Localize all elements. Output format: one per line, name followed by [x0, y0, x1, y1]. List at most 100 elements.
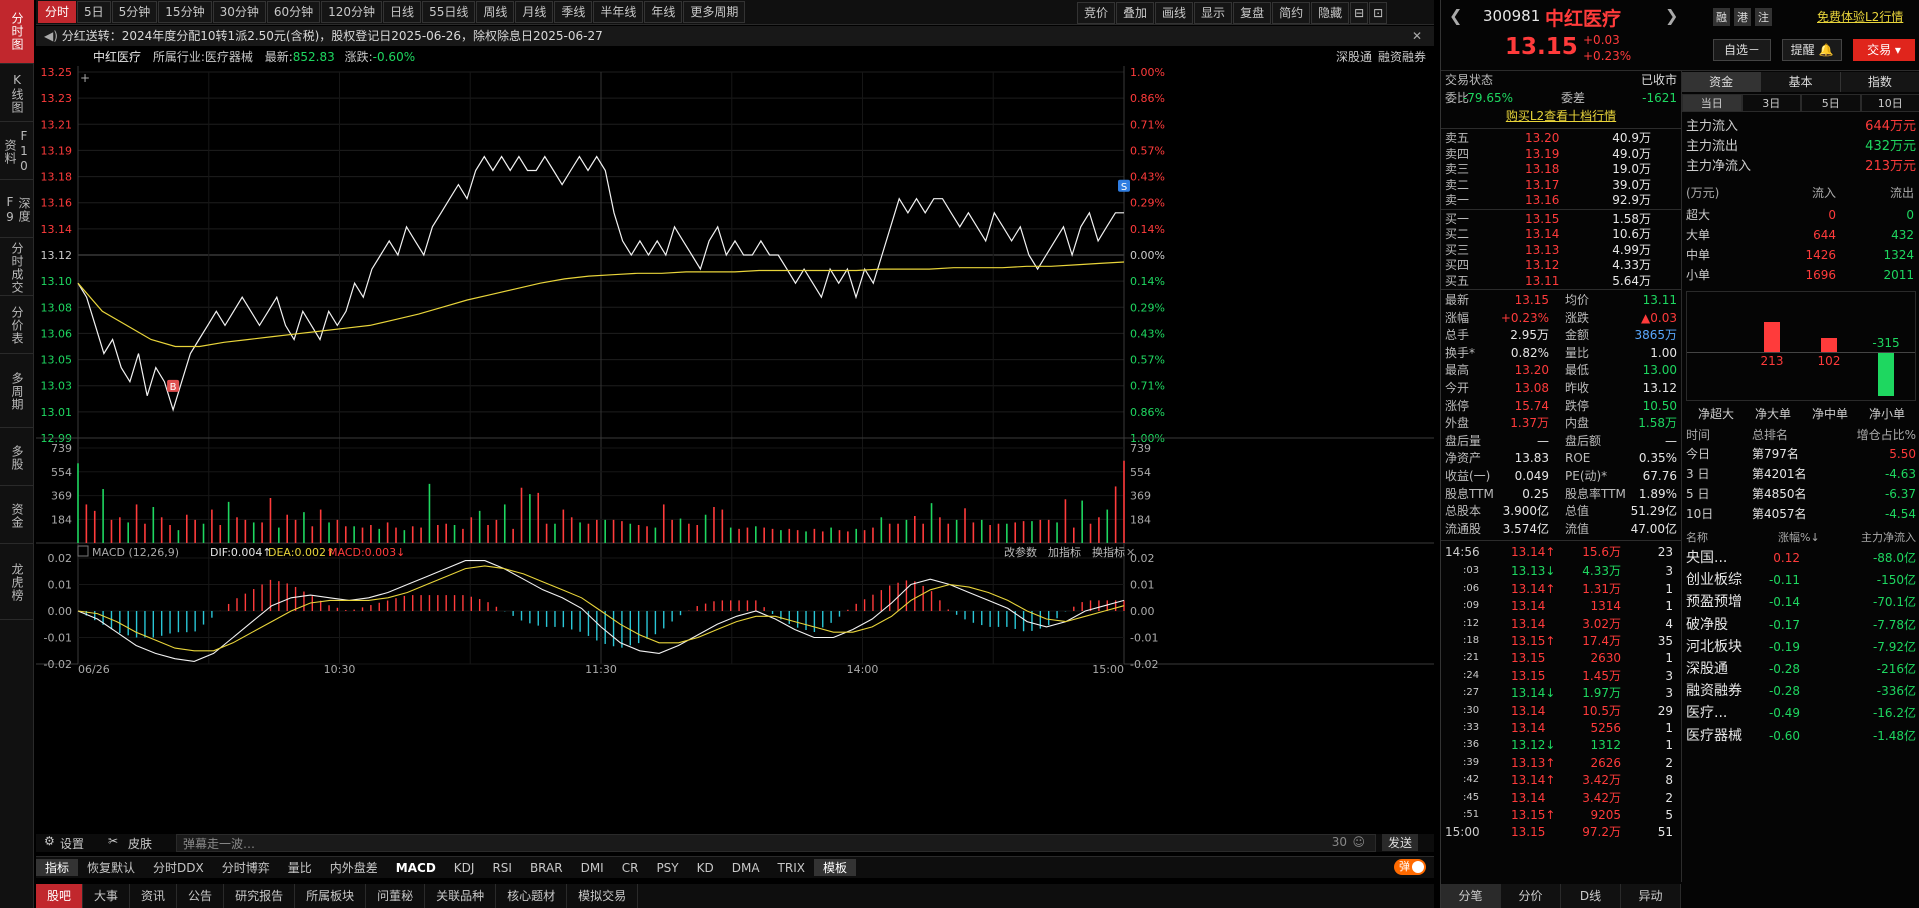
- left-nav-item-9[interactable]: 龙虎榜: [0, 546, 34, 620]
- sector-row[interactable]: 医疗... -0.49 -16.2亿: [1682, 705, 1919, 725]
- fund-period-3[interactable]: 10日: [1860, 94, 1919, 112]
- panel-icon[interactable]: ⊟: [1350, 1, 1369, 24]
- gear-icon[interactable]: ⚙: [44, 834, 55, 848]
- danmu-input[interactable]: 弹幕走一波… 30 ☺: [176, 834, 1376, 852]
- bottom-tab-5[interactable]: 所属板块: [295, 884, 367, 908]
- chart-tool-1[interactable]: 叠加: [1116, 1, 1155, 24]
- bottom-tab-9[interactable]: 模拟交易: [567, 884, 639, 908]
- industry-value[interactable]: 医疗器械: [205, 50, 253, 64]
- tick-tab-3[interactable]: 异动: [1621, 884, 1681, 908]
- emoji-icon[interactable]: ☺: [1352, 835, 1365, 849]
- link-hk-connect[interactable]: 深股通: [1336, 47, 1372, 67]
- fullscreen-icon[interactable]: ⊡: [1369, 1, 1388, 24]
- sector-head-cell[interactable]: 涨幅%↓: [1778, 530, 1820, 546]
- period-tab-10[interactable]: 月线: [515, 1, 554, 23]
- macd-link-2[interactable]: 换指标: [1092, 545, 1125, 559]
- tick-tab-0[interactable]: 分笔: [1441, 884, 1501, 908]
- ask-level[interactable]: 卖四 13.19 49.0万: [1441, 146, 1681, 162]
- bottom-tab-8[interactable]: 核心题材: [496, 884, 568, 908]
- bid-level[interactable]: 买五 13.11 5.64万: [1441, 273, 1681, 289]
- indicator-11[interactable]: CR: [613, 861, 648, 875]
- period-tab-14[interactable]: 更多周期: [683, 1, 746, 23]
- skin-button[interactable]: 皮肤: [128, 835, 152, 852]
- left-nav-item-7[interactable]: 多股: [0, 430, 34, 486]
- indicator-2[interactable]: 分时DDX: [144, 859, 213, 876]
- left-nav-item-8[interactable]: 资金: [0, 488, 34, 544]
- chart-tool-0[interactable]: 竞价: [1077, 1, 1116, 24]
- period-tab-7[interactable]: 日线: [383, 1, 422, 23]
- left-nav-item-0[interactable]: 分时图: [0, 0, 34, 64]
- bid-level[interactable]: 买四 13.12 4.33万: [1441, 257, 1681, 273]
- chart-tool-3[interactable]: 显示: [1194, 1, 1233, 24]
- send-button[interactable]: 发送: [1382, 834, 1419, 851]
- left-nav-item-4[interactable]: 分时成交: [0, 240, 34, 296]
- ask-level[interactable]: 卖二 13.17 39.0万: [1441, 177, 1681, 193]
- l2-trial-link[interactable]: 免费体验L2行情: [1817, 8, 1903, 25]
- l2-buy-link[interactable]: 购买L2查看十档行情: [1441, 108, 1681, 124]
- indicator-7[interactable]: KDJ: [445, 861, 484, 875]
- indicator-8[interactable]: RSI: [483, 861, 521, 875]
- fund-tab-2[interactable]: 指数: [1840, 72, 1919, 92]
- period-tab-6[interactable]: 120分钟: [321, 1, 383, 23]
- sector-row[interactable]: 医疗器械 -0.60 -1.48亿: [1682, 728, 1919, 748]
- close-icon[interactable]: ✕: [1412, 26, 1422, 46]
- tick-tab-1[interactable]: 分价: [1501, 884, 1561, 908]
- indicator-3[interactable]: 分时博弈: [213, 859, 279, 876]
- fund-tab-0[interactable]: 资金: [1682, 72, 1762, 92]
- indicator-10[interactable]: DMI: [572, 861, 613, 875]
- alert-button[interactable]: 提醒 🔔: [1782, 39, 1842, 61]
- period-tab-8[interactable]: 55日线: [422, 1, 476, 23]
- indicator-5[interactable]: 内外盘差: [321, 859, 387, 876]
- bottom-tab-3[interactable]: 公告: [177, 884, 225, 908]
- left-nav-item-5[interactable]: 分价表: [0, 298, 34, 354]
- indicator-15[interactable]: TRIX: [769, 861, 814, 875]
- fund-period-2[interactable]: 5日: [1801, 94, 1861, 112]
- period-tab-1[interactable]: 5日: [77, 1, 111, 23]
- sector-head-cell[interactable]: 主力净流入: [1861, 530, 1916, 546]
- tick-tab-2[interactable]: D线: [1561, 884, 1621, 908]
- indicator-14[interactable]: DMA: [723, 861, 769, 875]
- period-tab-2[interactable]: 5分钟: [111, 1, 158, 23]
- next-stock-icon[interactable]: ❯: [1665, 6, 1678, 25]
- indicator-16[interactable]: 模板: [813, 859, 856, 876]
- indicator-0[interactable]: 指标: [36, 859, 79, 876]
- trade-button[interactable]: 交易 ▾: [1853, 39, 1915, 61]
- chart-tool-6[interactable]: 隐藏: [1311, 1, 1350, 24]
- sector-head-cell[interactable]: 名称: [1686, 530, 1708, 546]
- bid-level[interactable]: 买一 13.15 1.58万: [1441, 211, 1681, 227]
- sector-row[interactable]: 创业板综 -0.11 -150亿: [1682, 572, 1919, 592]
- bid-level[interactable]: 买二 13.14 10.6万: [1441, 226, 1681, 242]
- bottom-tab-2[interactable]: 资讯: [130, 884, 178, 908]
- sector-row[interactable]: 央国... 0.12 -88.0亿: [1682, 550, 1919, 570]
- left-nav-item-2[interactable]: F10资料: [0, 124, 34, 180]
- left-nav-item-6[interactable]: 多周期: [0, 356, 34, 428]
- sector-row[interactable]: 融资融券 -0.28 -336亿: [1682, 683, 1919, 703]
- ask-level[interactable]: 卖三 13.18 19.0万: [1441, 161, 1681, 177]
- indicator-9[interactable]: BRAR: [521, 861, 572, 875]
- chart-tool-2[interactable]: 画线: [1155, 1, 1194, 24]
- period-tab-11[interactable]: 季线: [554, 1, 593, 23]
- sector-row[interactable]: 深股通 -0.28 -216亿: [1682, 661, 1919, 681]
- period-tab-9[interactable]: 周线: [476, 1, 515, 23]
- link-margin[interactable]: 融资融券: [1378, 47, 1426, 67]
- period-tab-12[interactable]: 半年线: [593, 1, 644, 23]
- bid-level[interactable]: 买三 13.13 4.99万: [1441, 242, 1681, 258]
- bottom-tab-0[interactable]: 股吧: [36, 884, 84, 908]
- bottom-tab-7[interactable]: 关联品种: [425, 884, 497, 908]
- settings-button[interactable]: 设置: [60, 835, 84, 852]
- fund-period-0[interactable]: 当日: [1682, 94, 1742, 112]
- indicator-1[interactable]: 恢复默认: [78, 859, 144, 876]
- chart-tool-5[interactable]: 简约: [1272, 1, 1311, 24]
- danmu-toggle[interactable]: 弹: [1394, 859, 1426, 875]
- left-nav-item-1[interactable]: K线图: [0, 66, 34, 122]
- watchlist-button[interactable]: 自选－: [1713, 39, 1771, 61]
- period-tab-5[interactable]: 60分钟: [266, 1, 321, 23]
- bottom-tab-1[interactable]: 大事: [83, 884, 131, 908]
- bottom-tab-4[interactable]: 研究报告: [224, 884, 296, 908]
- crosshair-icon[interactable]: +: [80, 71, 90, 85]
- prev-stock-icon[interactable]: ❮: [1449, 6, 1462, 25]
- bottom-tab-6[interactable]: 问董秘: [366, 884, 426, 908]
- macd-link-0[interactable]: 改参数: [1004, 545, 1037, 559]
- ask-level[interactable]: 卖一 13.16 92.9万: [1441, 192, 1681, 208]
- period-tab-0[interactable]: 分时: [38, 1, 77, 23]
